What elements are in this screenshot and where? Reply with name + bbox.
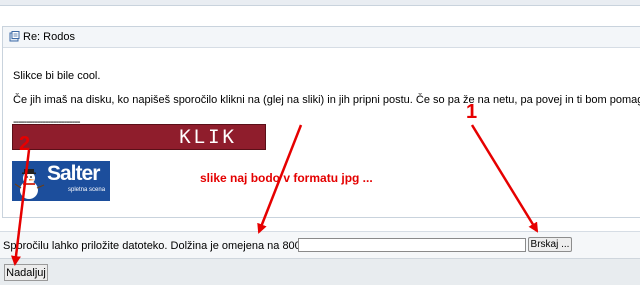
klik-banner[interactable]: KLIK (12, 124, 266, 150)
browse-button[interactable]: Brskaj ... (528, 237, 572, 252)
salter-logo-name: Salter (47, 162, 100, 185)
post-line-1: Slikce bi bile cool. (13, 70, 101, 82)
bottom-bar: Nadaljuj (0, 258, 640, 285)
post-icon (9, 31, 20, 42)
klik-banner-text: KLIK (179, 126, 237, 148)
continue-button[interactable]: Nadaljuj (4, 264, 48, 281)
top-strip (0, 0, 640, 6)
salter-logo[interactable]: Salter spletna scena (12, 161, 110, 201)
post-header: Re: Rodos (3, 27, 640, 48)
post-line-2: Če jih imaš na disku, ko napišeš sporoči… (13, 94, 640, 106)
annotation-label-1: 1 (466, 101, 478, 123)
annotation-label-2: 2 (19, 133, 31, 155)
annotation-note: slike naj bodo v formatu jpg ... (200, 171, 373, 185)
snowman-icon (14, 169, 45, 199)
salter-logo-tagline: spletna scena (68, 187, 106, 193)
file-path-input[interactable] (298, 238, 526, 252)
post-title: Re: Rodos (23, 31, 75, 43)
post-panel: Re: Rodos Slikce bi bile cool. Če jih im… (2, 26, 640, 218)
attachment-row: Sporočilu lahko priložite datoteko. Dolž… (0, 231, 640, 258)
